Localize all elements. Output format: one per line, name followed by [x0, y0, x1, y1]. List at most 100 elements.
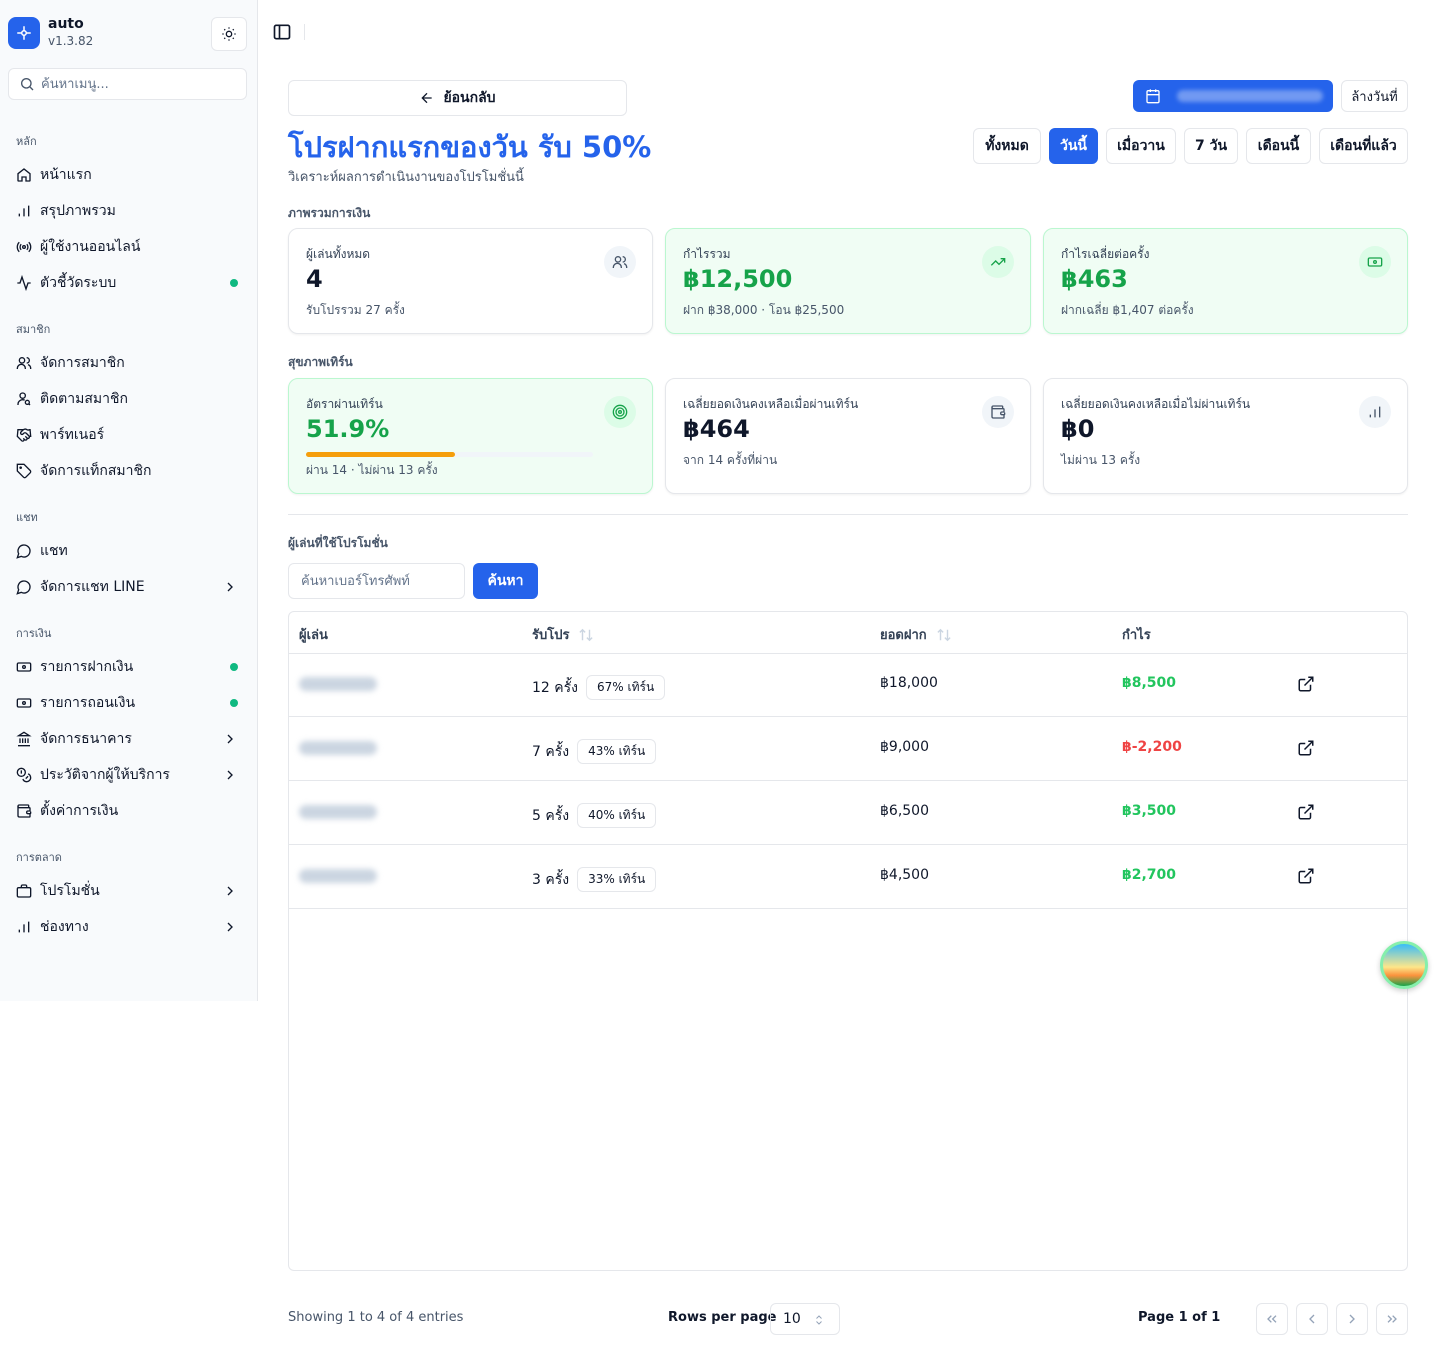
- sidebar-item-partners[interactable]: พาร์ทเนอร์: [8, 419, 248, 451]
- sidebar-item-label: จัดการธนาคาร: [40, 731, 132, 747]
- rows-per-page-label: Rows per page: [668, 1310, 777, 1325]
- search-button[interactable]: ค้นหา: [473, 563, 538, 599]
- sidebar-group-label: หลัก: [16, 135, 37, 148]
- sort-icon: [937, 628, 951, 641]
- column-header-promo-count[interactable]: รับโปร: [532, 624, 597, 645]
- clear-date-button[interactable]: ล้างวันที่: [1341, 80, 1408, 112]
- briefcase-icon: [16, 883, 32, 899]
- range-7days-button[interactable]: 7 วัน: [1184, 128, 1238, 164]
- table-row: 12 ครั้ง 67% เทิร์น ฿18,000 ฿8,500: [289, 653, 1407, 717]
- external-link-icon[interactable]: [1297, 739, 1315, 757]
- panel-toggle-icon[interactable]: [272, 22, 292, 42]
- sidebar-item-promotions[interactable]: โปรโมชั่น: [8, 875, 248, 907]
- chevrons-right-icon: [1387, 1315, 1397, 1323]
- card-value: ฿0: [1061, 415, 1095, 443]
- card-label: เฉลี่ยยอดเงินคงเหลือเมื่อผ่านเทิร์น: [683, 397, 859, 411]
- activity-icon: [16, 275, 32, 291]
- message-circle-icon: [16, 543, 32, 559]
- range-last-month-button[interactable]: เดือนที่แล้ว: [1319, 128, 1408, 164]
- rows-per-page-select[interactable]: 10: [770, 1303, 840, 1335]
- page-indicator: Page 1 of 1: [1138, 1310, 1221, 1325]
- app-version: v1.3.82: [48, 34, 94, 48]
- promo-count-cell: 3 ครั้ง 33% เทิร์น: [532, 867, 657, 892]
- profit-cell: ฿2,700: [1122, 867, 1177, 883]
- player-name-redacted: [299, 805, 377, 819]
- turnover-badge: 33% เทิร์น: [577, 867, 657, 892]
- last-page-button[interactable]: [1376, 1303, 1408, 1335]
- radio-icon: [16, 239, 32, 255]
- menu-search-input[interactable]: [41, 76, 231, 92]
- table-row: 5 ครั้ง 40% เทิร์น ฿6,500 ฿3,500: [289, 781, 1407, 845]
- card-value: 4: [306, 265, 323, 293]
- sidebar-item-label: รายการถอนเงิน: [40, 695, 136, 711]
- card-footnote: ฝาก ฿38,000 · โอน ฿25,500: [683, 303, 845, 317]
- player-name-redacted: [299, 677, 377, 691]
- sidebar-item-system-metrics[interactable]: ตัวชี้วัดระบบ: [8, 267, 248, 299]
- sidebar-item-home[interactable]: หน้าแรก: [8, 159, 248, 191]
- range-today-button[interactable]: วันนี้: [1049, 128, 1098, 164]
- total-players-card: ผู้เล่นทั้งหมด 4 รับโปรรวม 27 ครั้ง: [288, 228, 653, 334]
- range-this-month-button[interactable]: เดือนนี้: [1246, 128, 1311, 164]
- chevrons-left-icon: [1267, 1315, 1277, 1323]
- sidebar-item-provider-history[interactable]: ประวัติจากผู้ให้บริการ: [8, 759, 248, 791]
- card-value: 51.9%: [306, 415, 390, 443]
- bar-chart-icon: [16, 919, 32, 935]
- finance-section-label: ภาพรวมการเงิน: [288, 206, 371, 220]
- sidebar-item-label: จัดการแชท LINE: [40, 579, 145, 595]
- sidebar-item-chat[interactable]: แชท: [8, 535, 248, 567]
- chevron-left-icon: [1309, 1314, 1315, 1324]
- bar-chart-icon: [16, 203, 32, 219]
- sidebar-item-channels[interactable]: ช่องทาง: [8, 911, 248, 943]
- column-header-deposit[interactable]: ยอดฝาก: [880, 624, 955, 645]
- sidebar-item-overview[interactable]: สรุปภาพรวม: [8, 195, 248, 227]
- column-header-label: กำไร: [1122, 628, 1151, 643]
- profit-cell: ฿-2,200: [1122, 739, 1182, 755]
- promo-count-cell: 7 ครั้ง 43% เทิร์น: [532, 739, 657, 764]
- sidebar-item-member-tags[interactable]: จัดการแท็กสมาชิก: [8, 455, 248, 487]
- back-button[interactable]: ย้อนกลับ: [288, 80, 627, 116]
- deposit-cell: ฿18,000: [880, 675, 938, 691]
- external-link-icon[interactable]: [1297, 803, 1315, 821]
- sidebar-item-online-users[interactable]: ผู้ใช้งานออนไลน์: [8, 231, 248, 263]
- player-name-redacted: [299, 741, 377, 755]
- support-avatar-button[interactable]: [1380, 941, 1428, 989]
- theme-toggle-button[interactable]: [211, 17, 247, 51]
- wallet-icon: [982, 396, 1014, 428]
- first-page-button[interactable]: [1256, 1303, 1288, 1335]
- sidebar-item-line-chat[interactable]: จัดการแชท LINE: [8, 571, 248, 603]
- column-header-label: ผู้เล่น: [299, 628, 328, 643]
- avg-balance-passed-card: เฉลี่ยยอดเงินคงเหลือเมื่อผ่านเทิร์น ฿464…: [665, 378, 1031, 494]
- status-dot: [230, 699, 238, 707]
- next-page-button[interactable]: [1336, 1303, 1368, 1335]
- external-link-icon[interactable]: [1297, 675, 1315, 693]
- phone-search-input[interactable]: [288, 563, 465, 599]
- range-all-button[interactable]: ทั้งหมด: [973, 128, 1041, 164]
- sidebar-item-withdrawals[interactable]: รายการถอนเงิน: [8, 687, 248, 719]
- chevron-right-icon: [227, 886, 233, 896]
- chevrons-up-down-icon: [816, 1315, 822, 1325]
- menu-search[interactable]: [8, 68, 247, 100]
- sidebar-item-label: ช่องทาง: [40, 919, 89, 935]
- sidebar-item-manage-members[interactable]: จัดการสมาชิก: [8, 347, 248, 379]
- search-icon: [21, 78, 34, 91]
- home-icon: [16, 167, 32, 183]
- sidebar-item-deposits[interactable]: รายการฝากเงิน: [8, 651, 248, 683]
- trending-up-icon: [982, 246, 1014, 278]
- date-range-picker[interactable]: [1133, 80, 1333, 112]
- prev-page-button[interactable]: [1296, 1303, 1328, 1335]
- table-row: 3 ครั้ง 33% เทิร์น ฿4,500 ฿2,700: [289, 845, 1407, 909]
- external-link-icon[interactable]: [1297, 867, 1315, 885]
- deposit-cell: ฿4,500: [880, 867, 929, 883]
- arrow-left-icon: [421, 92, 433, 104]
- sidebar-item-banks[interactable]: จัดการธนาคาร: [8, 723, 248, 755]
- sidebar-group-label: การเงิน: [16, 627, 52, 640]
- range-yesterday-button[interactable]: เมื่อวาน: [1106, 128, 1176, 164]
- sidebar-item-label: สรุปภาพรวม: [40, 203, 116, 219]
- bar-chart-icon: [1359, 396, 1391, 428]
- sidebar-item-track-members[interactable]: ติดตามสมาชิก: [8, 383, 248, 415]
- status-dot: [230, 663, 238, 671]
- sidebar-item-finance-settings[interactable]: ตั้งค่าการเงิน: [8, 795, 248, 827]
- sidebar: auto v1.3.82 หลัก หน้าแรก สรุปภาพรวม ผู้…: [0, 0, 258, 1001]
- section-divider: [288, 514, 1408, 515]
- sidebar-item-label: ติดตามสมาชิก: [40, 391, 128, 407]
